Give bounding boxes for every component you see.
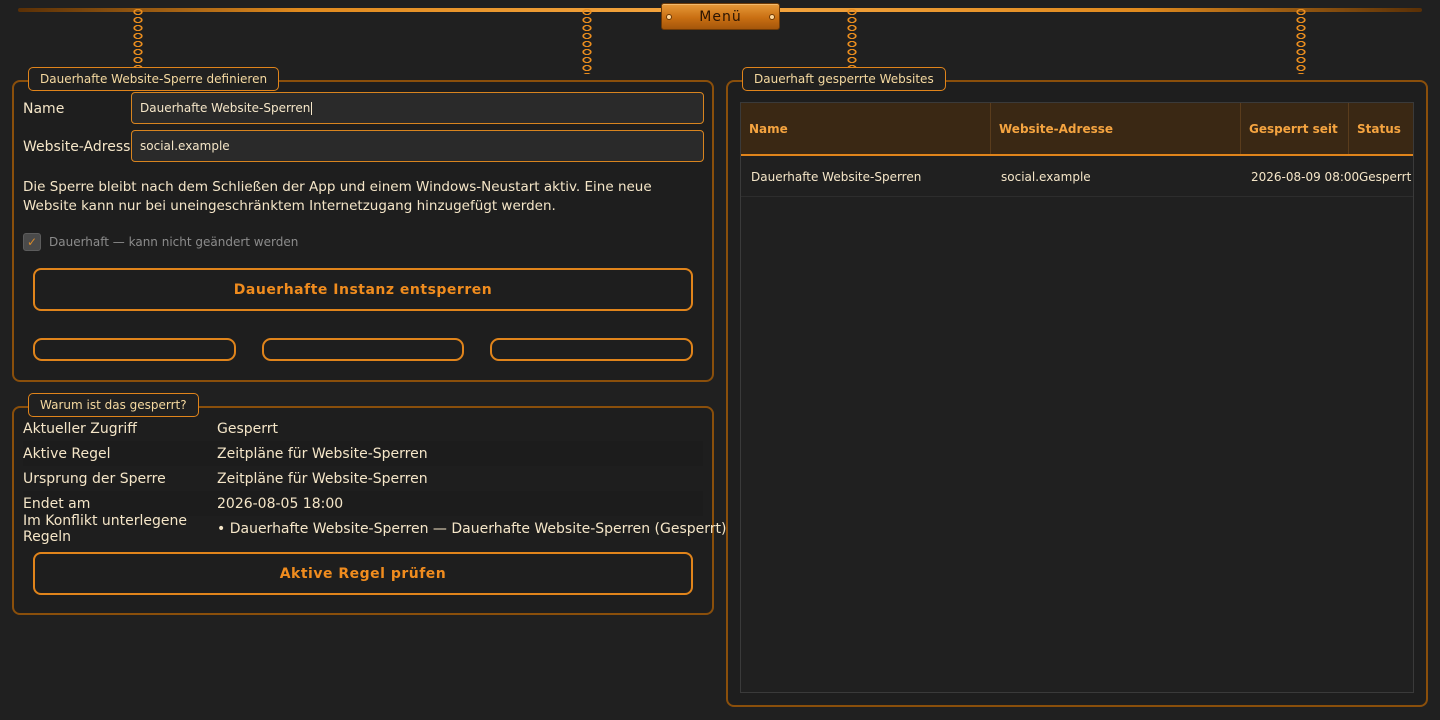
address-input[interactable]: social.example bbox=[131, 130, 704, 162]
address-input-value: social.example bbox=[140, 139, 230, 153]
action-button-2[interactable] bbox=[262, 338, 464, 361]
info-row-conflicts: Im Konflikt unterlegene Regeln • Dauerha… bbox=[23, 513, 726, 545]
define-panel-legend: Dauerhafte Website-Sperre definieren bbox=[28, 67, 280, 91]
cell-blocked-since: 2026-08-09 08:00 bbox=[1251, 169, 1360, 184]
info-row-origin: Ursprung der Sperre Zeitpläne für Websit… bbox=[23, 466, 703, 491]
why-blocked-panel: Warum ist das gesperrt? Aktueller Zugrif… bbox=[12, 393, 726, 615]
name-input[interactable]: Dauerhafte Website-Sperren bbox=[131, 92, 704, 124]
column-header-status[interactable]: Status bbox=[1349, 103, 1415, 154]
menu-button[interactable]: Menü bbox=[661, 3, 780, 30]
cell-status: Gesperrt bbox=[1359, 169, 1412, 184]
lock-info-text: Die Sperre bleibt nach dem Schließen der… bbox=[23, 179, 652, 214]
menu-label: Menü bbox=[699, 8, 742, 25]
info-key: Im Konflikt unterlegene Regeln bbox=[23, 512, 187, 545]
table-header: Name Website-Adresse Gesperrt seit Statu… bbox=[741, 103, 1413, 156]
chain-decoration bbox=[131, 8, 145, 70]
chain-decoration bbox=[1294, 8, 1308, 74]
check-active-rule-button[interactable]: Aktive Regel prüfen bbox=[33, 552, 693, 595]
action-button-1[interactable] bbox=[33, 338, 236, 361]
column-header-address[interactable]: Website-Adresse bbox=[991, 103, 1241, 154]
address-label: Website-Adresse bbox=[23, 139, 140, 155]
define-lock-panel: Dauerhafte Website-Sperre definieren Nam… bbox=[12, 67, 714, 382]
permanent-checkbox-row: ✓ Dauerhaft — kann nicht geändert werden bbox=[23, 233, 298, 251]
info-value: 2026-08-05 18:00 bbox=[217, 495, 344, 512]
chain-decoration bbox=[845, 8, 859, 70]
action-button-3[interactable] bbox=[490, 338, 693, 361]
info-key: Ursprung der Sperre bbox=[23, 470, 166, 487]
cell-address: social.example bbox=[1001, 169, 1091, 184]
table-row[interactable]: Dauerhafte Website-Sperren social.exampl… bbox=[741, 156, 1413, 197]
unlock-permanent-button[interactable]: Dauerhafte Instanz entsperren bbox=[33, 268, 693, 311]
text-cursor bbox=[311, 101, 313, 115]
blocked-websites-panel: Dauerhaft gesperrte Websites Name Websit… bbox=[726, 67, 1428, 707]
why-panel-legend: Warum ist das gesperrt? bbox=[28, 393, 199, 417]
permanent-checkbox-label: Dauerhaft — kann nicht geändert werden bbox=[49, 235, 299, 249]
permanent-checkbox: ✓ bbox=[23, 233, 41, 251]
rivet-icon bbox=[666, 14, 672, 20]
rivet-icon bbox=[769, 14, 775, 20]
column-header-name[interactable]: Name bbox=[741, 103, 991, 154]
info-row-access: Aktueller Zugriff Gesperrt bbox=[23, 416, 703, 441]
blocked-panel-legend: Dauerhaft gesperrte Websites bbox=[742, 67, 946, 91]
column-header-blocked-since[interactable]: Gesperrt seit bbox=[1241, 103, 1349, 154]
info-row-active-rule: Aktive Regel Zeitpläne für Website-Sperr… bbox=[23, 441, 703, 466]
info-value: Gesperrt bbox=[217, 420, 279, 437]
cell-name: Dauerhafte Website-Sperren bbox=[751, 169, 922, 184]
chain-decoration bbox=[580, 8, 594, 74]
name-input-value: Dauerhafte Website-Sperren bbox=[140, 101, 311, 115]
info-value: Zeitpläne für Website-Sperren bbox=[217, 445, 428, 462]
info-value: • Dauerhafte Website-Sperren — Dauerhaft… bbox=[217, 520, 727, 537]
info-value: Zeitpläne für Website-Sperren bbox=[217, 470, 428, 487]
info-key: Aktive Regel bbox=[23, 445, 111, 462]
info-key: Endet am bbox=[23, 495, 91, 512]
blocked-websites-table: Name Website-Adresse Gesperrt seit Statu… bbox=[740, 102, 1414, 693]
info-key: Aktueller Zugriff bbox=[23, 420, 137, 437]
name-label: Name bbox=[23, 101, 65, 117]
